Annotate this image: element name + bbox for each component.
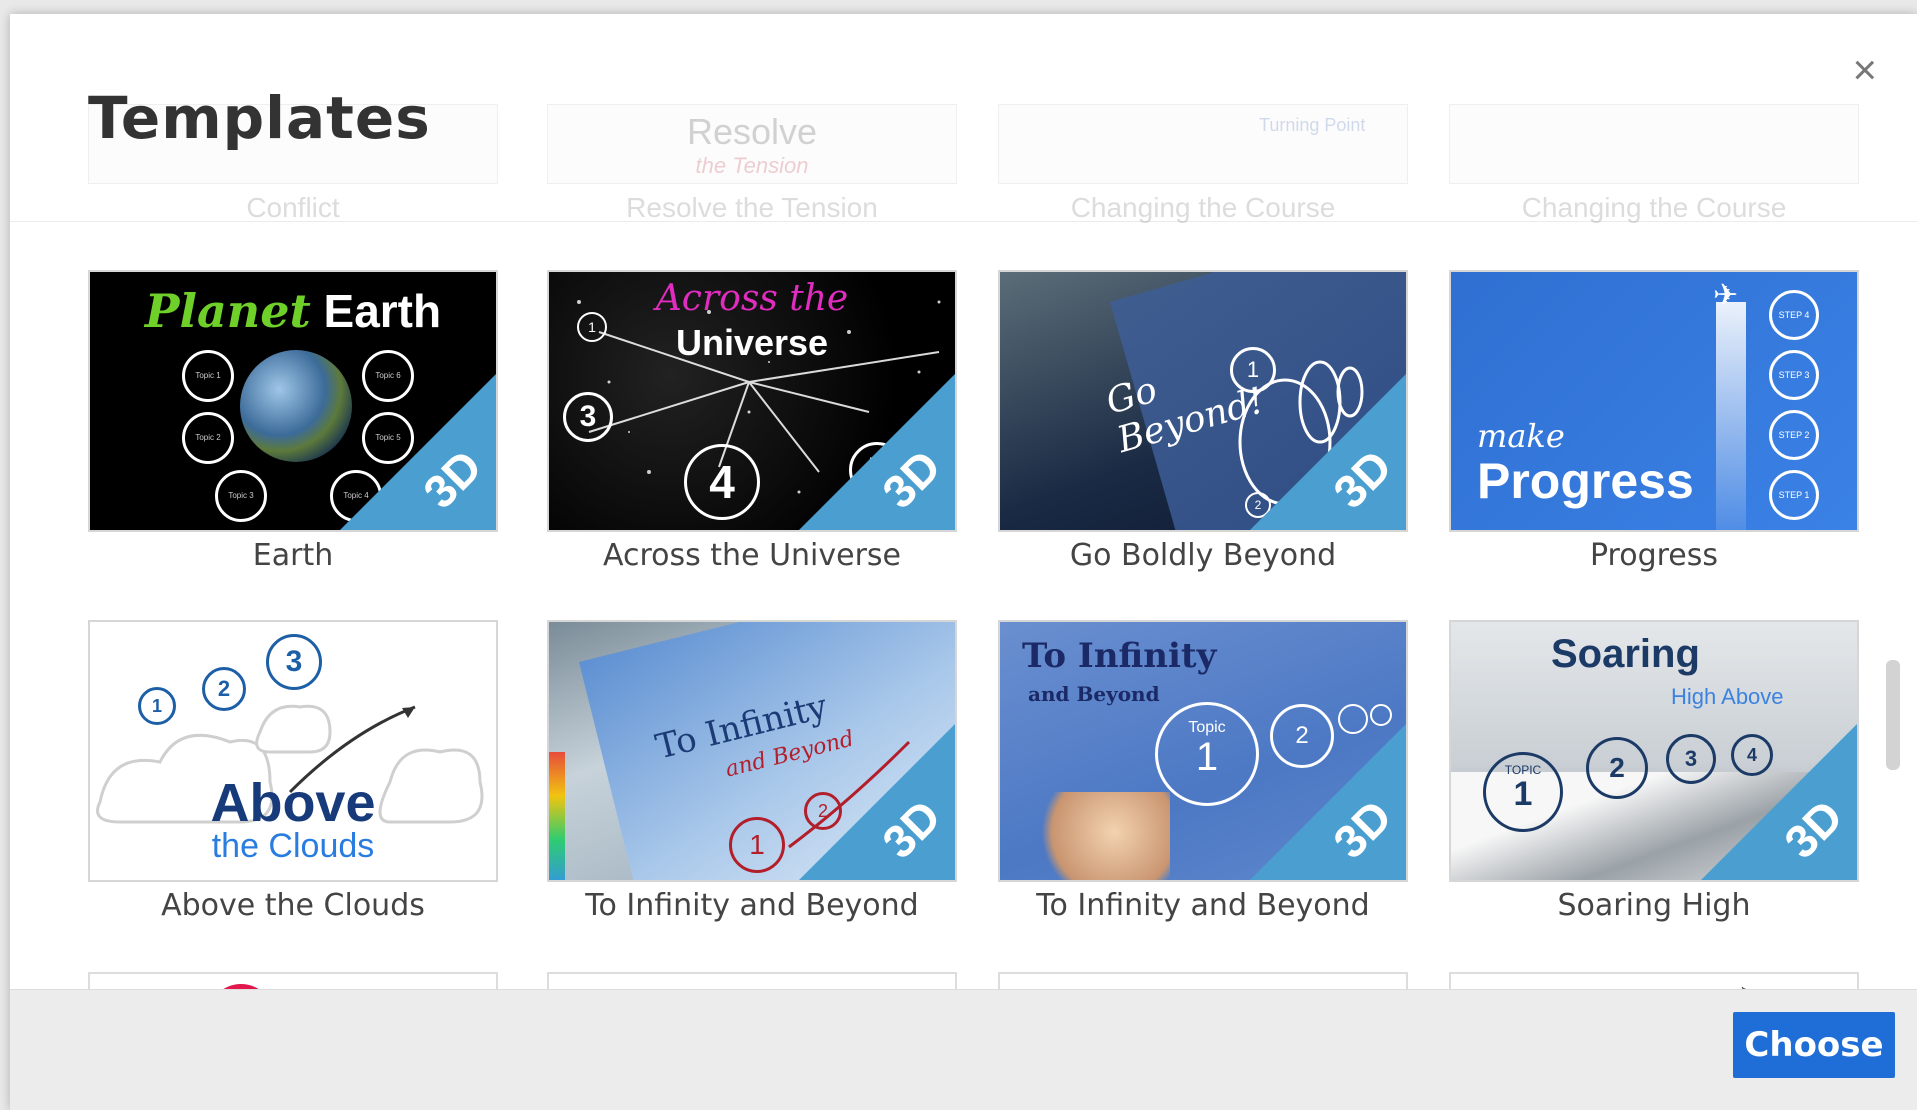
ghost-template-card	[1449, 104, 1859, 184]
template-label: Progress	[1589, 538, 1719, 573]
thumb-title: Progress	[1477, 453, 1694, 509]
number-circle: 3	[266, 634, 322, 690]
topic-circle: Topic 2	[182, 412, 234, 464]
topic-circle: 2	[1586, 737, 1648, 799]
number-circle: 1	[138, 687, 176, 725]
step-circle: STEP 3	[1769, 350, 1819, 400]
template-card-across-the-universe[interactable]: Across the Universe 1 3 4 5 3D Across th…	[547, 270, 957, 573]
dialog-header: Conflict Resolve the Tension Resolve the…	[10, 14, 1917, 223]
template-thumbnail[interactable]: Go Beyond! 1 2 3D	[998, 270, 1408, 532]
thumb-title: Above	[210, 773, 376, 833]
topic-circle: Topic 1	[182, 350, 234, 402]
ghost-template-label: Changing the Course	[1521, 192, 1787, 223]
ghost-template-label: Conflict	[246, 192, 340, 223]
thumb-title: Universe	[675, 322, 829, 363]
template-card-to-infinity-and-beyond-2[interactable]: To Infinity and Beyond Topic 1 2 3D To I…	[998, 620, 1408, 923]
template-card-progress[interactable]: ✈ STEP 4 STEP 3 STEP 2 STEP 1 make Progr…	[1449, 270, 1859, 573]
topic-circle: 2	[1270, 704, 1334, 768]
thumb-subtitle: the Clouds	[211, 827, 375, 865]
template-thumbnail[interactable]: To Infinity and Beyond 1 2 3D	[547, 620, 957, 882]
topic-circle: Topic 6	[362, 350, 414, 402]
hand-icon	[1030, 792, 1170, 880]
dialog-footer: Choose	[10, 989, 1917, 1110]
number-circle: 4	[684, 444, 760, 520]
number-circle: 3	[563, 392, 613, 442]
template-label: Above the Clouds	[161, 888, 425, 923]
template-thumbnail[interactable]: Soaring High Above TOPIC 1 2 3 4 3D	[1449, 620, 1859, 882]
templates-dialog: Planet Earth Topic 1 Topic 2 Topic 3 Top…	[10, 14, 1917, 1110]
ghost-template-label: Resolve the Tension	[626, 192, 878, 223]
template-thumbnail[interactable]: To Infinity and Beyond Topic 1 2 3D	[998, 620, 1408, 882]
small-circle	[1370, 704, 1392, 726]
scrollbar-thumb[interactable]	[1886, 660, 1900, 770]
step-circle: STEP 1	[1769, 470, 1819, 520]
template-label: To Infinity and Beyond	[585, 888, 919, 923]
thumb-subtitle: make	[1477, 417, 1565, 455]
template-label: Earth	[252, 538, 334, 573]
template-label: To Infinity and Beyond	[1036, 888, 1370, 923]
dialog-title: Templates	[88, 84, 431, 152]
choose-button[interactable]: Choose	[1733, 1012, 1895, 1078]
thumb-subtitle: and Beyond	[1028, 682, 1160, 706]
ghost-template-card: Turning Point	[998, 104, 1408, 184]
template-label: Soaring High	[1557, 888, 1751, 923]
topic-circle: TOPIC 1	[1483, 752, 1563, 832]
template-thumbnail[interactable]: Across the Universe 1 3 4 5 3D	[547, 270, 957, 532]
topic-circle: Topic 1	[1155, 702, 1259, 806]
earth-globe-icon	[240, 350, 352, 462]
thumb-subtitle: High Above	[1671, 684, 1784, 709]
contrail	[1716, 302, 1746, 530]
airplane-icon: ✈	[1713, 279, 1739, 312]
template-thumbnail[interactable]: Planet Earth Topic 1 Topic 2 Topic 3 Top…	[88, 270, 498, 532]
topic-circle: Topic 3	[215, 470, 267, 522]
number-circle: 1	[1230, 347, 1276, 393]
small-circle	[1338, 704, 1368, 734]
template-card-go-boldly-beyond[interactable]: Go Beyond! 1 2 3D Go Boldly Beyond	[998, 270, 1408, 573]
thumb-title: Planet Earth	[144, 284, 442, 338]
template-label: Go Boldly Beyond	[1069, 538, 1337, 573]
topic-circle: 4	[1731, 734, 1773, 776]
template-label: Across the Universe	[602, 538, 902, 573]
thumb-title-script: Across the	[655, 278, 849, 319]
template-card-to-infinity-and-beyond-1[interactable]: To Infinity and Beyond 1 2 3D To Infinit…	[547, 620, 957, 923]
step-circle: STEP 4	[1769, 290, 1819, 340]
close-icon[interactable]: ×	[1852, 49, 1877, 91]
template-card-earth[interactable]: Planet Earth Topic 1 Topic 2 Topic 3 Top…	[88, 270, 498, 573]
topic-circle: 3	[1666, 734, 1716, 784]
template-thumbnail[interactable]: ✈ STEP 4 STEP 3 STEP 2 STEP 1 make Progr…	[1449, 270, 1859, 532]
3d-badge: 3D	[338, 372, 496, 530]
template-card-soaring-high[interactable]: Soaring High Above TOPIC 1 2 3 4 3D Soar…	[1449, 620, 1859, 923]
ghost-template-label: Changing the Course	[1070, 192, 1336, 223]
template-thumbnail[interactable]: 1 2 3 Above the Clouds	[88, 620, 498, 882]
number-circle: 2	[202, 667, 246, 711]
topic-circle: Topic 5	[362, 412, 414, 464]
template-card-above-the-clouds[interactable]: 1 2 3 Above the Clouds Above the Clouds	[88, 620, 498, 923]
ghost-template-card: Resolve the Tension	[547, 104, 957, 184]
number-circle: 1	[577, 312, 607, 342]
thumb-title: To Infinity	[1022, 636, 1217, 676]
step-circle: STEP 2	[1769, 410, 1819, 460]
thumb-title: Soaring	[1551, 632, 1700, 676]
